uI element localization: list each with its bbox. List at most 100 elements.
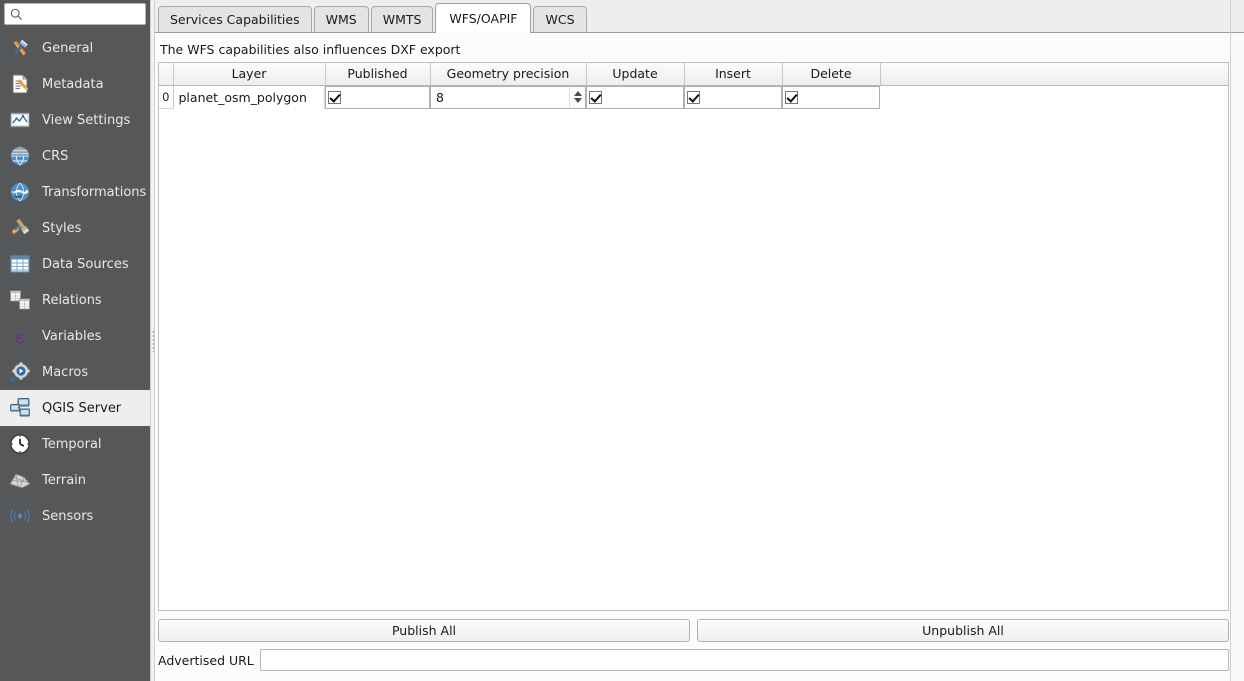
gear-play-icon: [7, 359, 33, 385]
right-gutter-tab-cap: [1231, 0, 1244, 33]
sidebar-item-general[interactable]: General: [0, 30, 150, 66]
sidebar-item-label: Terrain: [42, 472, 87, 488]
sidebar-item-temporal[interactable]: Temporal: [0, 426, 150, 462]
tab-wmts[interactable]: WMTS: [370, 6, 434, 32]
advertised-url-label: Advertised URL: [158, 652, 254, 668]
cell-layer[interactable]: planet_osm_polygon: [173, 85, 325, 109]
publish-buttons-row: Publish All Unpublish All: [158, 619, 1229, 642]
sidebar-nav-list: General Metadata View Settings CRS Trans…: [0, 28, 150, 534]
tab-services-capabilities[interactable]: Services Capabilities: [158, 6, 312, 32]
sidebar-item-data-sources[interactable]: Data Sources: [0, 246, 150, 282]
column-header-insert[interactable]: Insert: [684, 63, 783, 86]
project-properties-dialog: General Metadata View Settings CRS Trans…: [0, 0, 1244, 681]
sidebar-item-label: Sensors: [42, 508, 94, 524]
sidebar-item-view-settings[interactable]: View Settings: [0, 102, 150, 138]
sidebar-item-crs[interactable]: CRS: [0, 138, 150, 174]
splitter-grip-icon: [152, 330, 155, 352]
sidebar-item-label: Styles: [42, 220, 82, 236]
servers-icon: [7, 395, 33, 421]
globe-arrows-icon: [7, 179, 33, 205]
spinner-up-icon[interactable]: [573, 91, 582, 96]
sidebar-item-label: General: [42, 40, 94, 56]
document-pencil-icon: [7, 71, 33, 97]
sidebar-item-label: Relations: [42, 292, 102, 308]
layers-grid: Layer Published Geometry precision Updat…: [159, 63, 1228, 109]
sidebar-item-label: View Settings: [42, 112, 131, 128]
column-header-layer[interactable]: Layer: [173, 63, 326, 86]
published-checkbox-cell[interactable]: [325, 85, 430, 109]
sensor-waves-icon: [7, 503, 33, 529]
column-header-update[interactable]: Update: [586, 63, 685, 86]
column-header-published[interactable]: Published: [325, 63, 431, 86]
table-icon: [7, 251, 33, 277]
svg-text:ε: ε: [15, 326, 25, 348]
sidebar-item-label: Metadata: [42, 76, 104, 92]
advertised-url-row: Advertised URL: [158, 648, 1229, 672]
cell-geometry-precision[interactable]: 8: [430, 85, 586, 109]
sidebar-item-label: Temporal: [42, 436, 102, 452]
row-index-header[interactable]: 0: [159, 85, 174, 109]
column-header-filler: [880, 63, 1228, 86]
sidebar-item-label: Transformations: [42, 184, 147, 200]
main-content: Services Capabilities WMS WMTS WFS/OAPIF…: [150, 0, 1244, 681]
server-tab-bar: Services Capabilities WMS WMTS WFS/OAPIF…: [150, 0, 1237, 33]
sidebar-item-label: QGIS Server: [42, 400, 122, 416]
wfs-layers-table[interactable]: Layer Published Geometry precision Updat…: [158, 62, 1229, 611]
search-icon: [10, 8, 23, 21]
column-header-delete[interactable]: Delete: [782, 63, 881, 86]
sidebar-item-label: Data Sources: [42, 256, 129, 272]
publish-all-button[interactable]: Publish All: [158, 619, 690, 642]
epsilon-icon: ε: [7, 323, 33, 349]
sidebar-item-variables[interactable]: ε Variables: [0, 318, 150, 354]
tab-wcs[interactable]: WCS: [533, 6, 587, 32]
geometry-precision-spinbox[interactable]: 8: [430, 85, 586, 109]
tab-list: Services Capabilities WMS WMTS WFS/OAPIF…: [158, 0, 589, 33]
delete-checkbox-cell[interactable]: [782, 85, 880, 109]
sidebar-item-metadata[interactable]: Metadata: [0, 66, 150, 102]
sidebar-item-sensors[interactable]: Sensors: [0, 498, 150, 534]
table-corner-header[interactable]: [159, 63, 174, 86]
unpublish-all-button[interactable]: Unpublish All: [697, 619, 1229, 642]
insert-checkbox[interactable]: [687, 90, 700, 104]
column-header-geometry-precision[interactable]: Geometry precision: [430, 63, 587, 86]
update-checkbox[interactable]: [589, 90, 602, 104]
two-tables-icon: [7, 287, 33, 313]
geometry-precision-value: 8: [436, 89, 444, 105]
spinbox-buttons[interactable]: [569, 86, 585, 108]
settings-sidebar: General Metadata View Settings CRS Trans…: [0, 0, 150, 681]
cell-insert[interactable]: [684, 85, 782, 109]
spinner-down-icon[interactable]: [573, 98, 582, 103]
search-input[interactable]: [27, 5, 150, 23]
cell-published[interactable]: [325, 85, 430, 109]
tab-wms[interactable]: WMS: [313, 6, 369, 32]
sidebar-item-terrain[interactable]: Terrain: [0, 462, 150, 498]
sidebar-item-label: Macros: [42, 364, 89, 380]
sidebar-item-transformations[interactable]: Transformations: [0, 174, 150, 210]
published-checkbox[interactable]: [328, 90, 341, 104]
map-view-icon: [7, 107, 33, 133]
advertised-url-input[interactable]: [259, 649, 1229, 671]
cell-filler: [880, 85, 1228, 109]
delete-checkbox[interactable]: [785, 90, 798, 104]
table-header-row: Layer Published Geometry precision Updat…: [159, 63, 1228, 86]
tab-wfs-oapif[interactable]: WFS/OAPIF: [435, 3, 532, 33]
table-row[interactable]: 0 planet_osm_polygon 8: [159, 85, 1228, 109]
right-gutter: [1230, 0, 1244, 681]
sidebar-item-label: Variables: [42, 328, 102, 344]
globe-grid-icon: [7, 143, 33, 169]
terrain-mesh-icon: [7, 467, 33, 493]
update-checkbox-cell[interactable]: [586, 85, 684, 109]
panel-hint-text: The WFS capabilities also influences DXF…: [160, 42, 461, 57]
sidebar-item-qgis-server[interactable]: QGIS Server: [0, 390, 150, 426]
clock-icon: [7, 431, 33, 457]
paintbrush-icon: [7, 215, 33, 241]
sidebar-item-styles[interactable]: Styles: [0, 210, 150, 246]
sidebar-item-relations[interactable]: Relations: [0, 282, 150, 318]
cell-update[interactable]: [586, 85, 684, 109]
sidebar-item-macros[interactable]: Macros: [0, 354, 150, 390]
insert-checkbox-cell[interactable]: [684, 85, 782, 109]
sidebar-splitter[interactable]: [150, 0, 155, 681]
cell-delete[interactable]: [782, 85, 880, 109]
wfs-oapif-panel: The WFS capabilities also influences DXF…: [150, 33, 1237, 681]
search-box[interactable]: [4, 3, 150, 25]
